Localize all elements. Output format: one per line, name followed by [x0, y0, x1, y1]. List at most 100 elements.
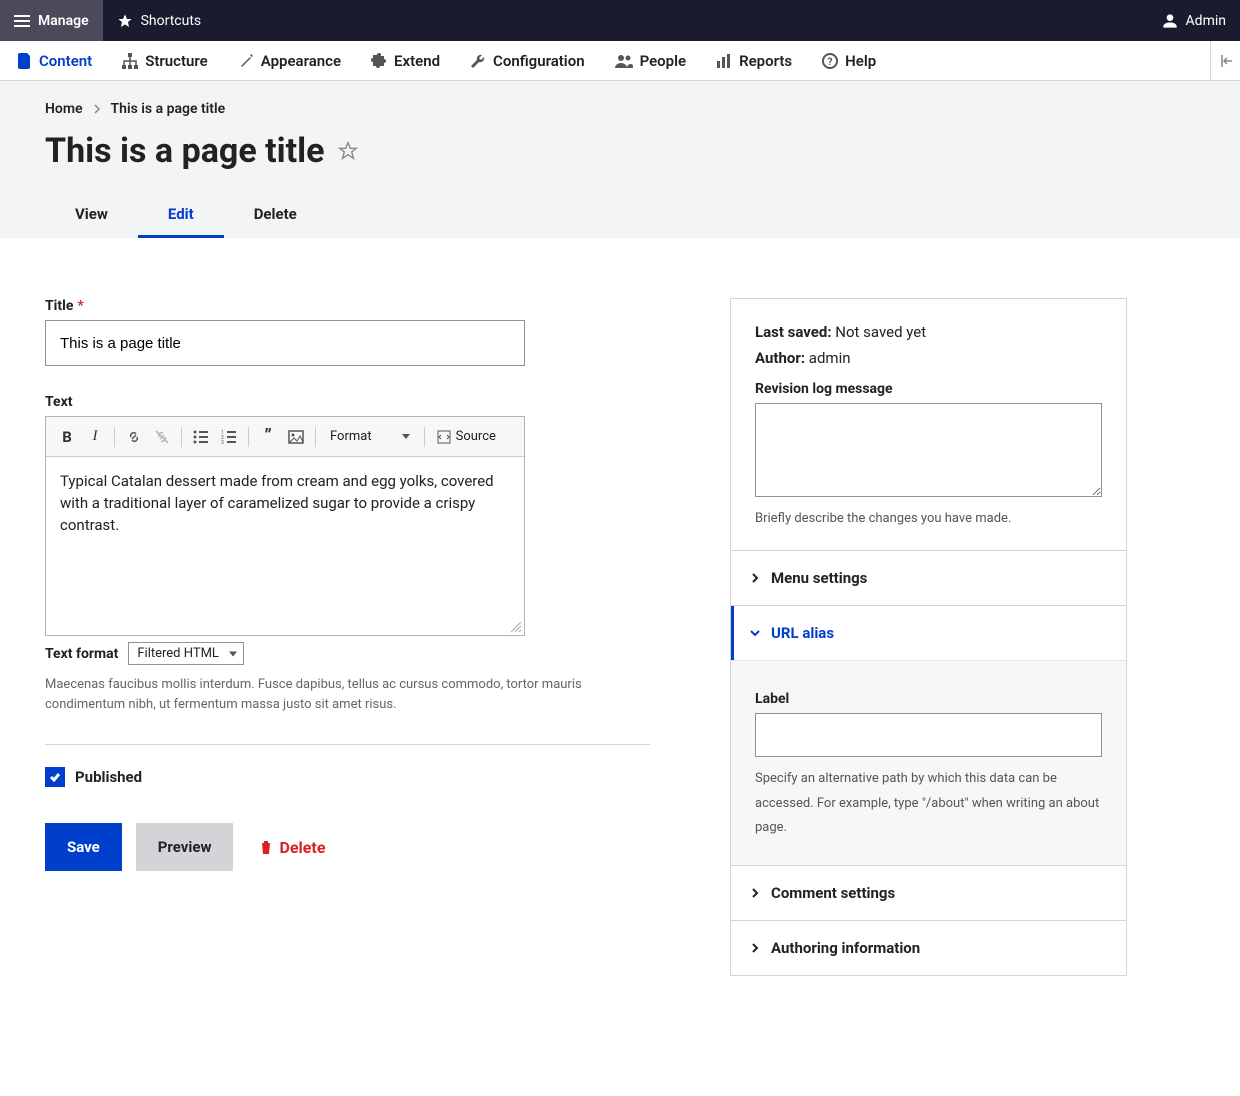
wand-icon: [238, 53, 254, 69]
text-label: Text: [45, 394, 72, 410]
breadcrumb: Home This is a page title: [45, 101, 1195, 117]
check-icon: [48, 770, 62, 784]
user-label: Admin: [1186, 13, 1226, 29]
puzzle-icon: [371, 53, 387, 69]
star-outline-icon: [337, 140, 359, 162]
text-format-label: Text format: [45, 646, 118, 662]
main-column: Title * Text B I 123 ”: [45, 298, 650, 871]
trash-icon: [259, 839, 273, 855]
nav-content[interactable]: Content: [18, 52, 92, 70]
text-format-select[interactable]: Filtered HTML: [128, 642, 244, 665]
published-checkbox[interactable]: [45, 767, 65, 787]
tab-edit[interactable]: Edit: [138, 193, 224, 238]
breadcrumb-current: This is a page title: [111, 101, 226, 117]
divider: [45, 744, 650, 745]
title-label: Title: [45, 298, 73, 314]
text-format-help: Maecenas faucibus mollis interdum. Fusce…: [45, 675, 650, 714]
nav-appearance[interactable]: Appearance: [238, 52, 341, 70]
accordion-url-alias: URL alias Label Specify an alternative p…: [731, 605, 1126, 865]
nav-help[interactable]: ? Help: [822, 52, 876, 70]
actions: Save Preview Delete: [45, 823, 650, 871]
nav-people[interactable]: People: [615, 52, 687, 70]
editor-body[interactable]: Typical Catalan dessert made from cream …: [46, 457, 524, 635]
blockquote-button[interactable]: ”: [255, 424, 281, 450]
star-icon: [117, 13, 133, 29]
collapse-toolbar-button[interactable]: [1210, 41, 1240, 80]
preview-button[interactable]: Preview: [136, 823, 234, 871]
favorite-toggle[interactable]: [337, 140, 359, 162]
italic-button[interactable]: I: [82, 424, 108, 450]
url-alias-help: Specify an alternative path by which thi…: [755, 767, 1102, 841]
body-field-wrapper: Text B I 123 ” Format: [45, 394, 650, 714]
published-label: Published: [75, 768, 142, 786]
hamburger-icon: [14, 13, 30, 29]
tab-delete[interactable]: Delete: [224, 193, 327, 238]
title-input[interactable]: [45, 320, 525, 366]
bars-icon: [716, 53, 732, 69]
chevron-right-icon: [749, 942, 761, 954]
user-menu[interactable]: Admin: [1148, 0, 1240, 41]
toolbar: Manage Shortcuts Admin: [0, 0, 1240, 41]
user-icon: [1162, 13, 1178, 29]
bulleted-list-button[interactable]: [188, 424, 214, 450]
chevron-down-icon: [749, 627, 761, 639]
nav-configuration[interactable]: Configuration: [470, 52, 585, 70]
required-marker: *: [77, 298, 83, 314]
wrench-icon: [470, 53, 486, 69]
revision-log-label: Revision log message: [755, 381, 1102, 397]
link-icon: [126, 429, 142, 445]
accordion-header-comment-settings[interactable]: Comment settings: [731, 866, 1126, 920]
rich-text-editor: B I 123 ” Format: [45, 416, 525, 636]
image-icon: [288, 429, 304, 445]
revision-log-textarea[interactable]: [755, 403, 1102, 497]
caret-down-icon: [402, 434, 410, 440]
manage-label: Manage: [38, 13, 89, 29]
link-button[interactable]: [121, 424, 147, 450]
image-button[interactable]: [283, 424, 309, 450]
header-region: Home This is a page title This is a page…: [0, 81, 1240, 238]
tab-view[interactable]: View: [45, 193, 138, 238]
accordion-menu-settings: Menu settings: [731, 550, 1126, 605]
delete-link[interactable]: Delete: [259, 838, 325, 857]
nav-reports[interactable]: Reports: [716, 52, 792, 70]
page-title: This is a page title: [45, 131, 325, 171]
accordion-body-url-alias: Label Specify an alternative path by whi…: [731, 660, 1126, 865]
list-ul-icon: [193, 429, 209, 445]
accordion-header-authoring-info[interactable]: Authoring information: [731, 921, 1126, 975]
last-saved-label: Last saved:: [755, 323, 832, 341]
hierarchy-icon: [122, 53, 138, 69]
primary-tabs: View Edit Delete: [45, 193, 1195, 238]
chevron-right-icon: [93, 104, 101, 114]
title-field-wrapper: Title *: [45, 298, 650, 366]
accordion-header-menu-settings[interactable]: Menu settings: [731, 551, 1126, 605]
unlink-button[interactable]: [149, 424, 175, 450]
format-dropdown[interactable]: Format: [322, 429, 418, 444]
source-button[interactable]: Source: [431, 429, 502, 444]
nav-extend[interactable]: Extend: [371, 52, 440, 70]
last-saved-value: Not saved yet: [835, 323, 926, 341]
shortcuts-label: Shortcuts: [141, 13, 202, 29]
url-alias-input[interactable]: [755, 713, 1102, 757]
revision-log-help: Briefly describe the changes you have ma…: [755, 511, 1102, 526]
shortcuts-link[interactable]: Shortcuts: [103, 0, 216, 41]
numbered-list-button[interactable]: 123: [216, 424, 242, 450]
people-icon: [615, 53, 633, 69]
help-icon: ?: [822, 53, 838, 69]
save-button[interactable]: Save: [45, 823, 122, 871]
nav-structure[interactable]: Structure: [122, 52, 208, 70]
breadcrumb-home[interactable]: Home: [45, 101, 83, 117]
unlink-icon: [154, 429, 170, 445]
manage-toggle[interactable]: Manage: [0, 0, 103, 41]
author-value: admin: [809, 349, 851, 367]
accordion-header-url-alias[interactable]: URL alias: [731, 606, 1126, 660]
bold-button[interactable]: B: [54, 424, 80, 450]
admin-menu: Content Structure Appearance Extend Conf…: [0, 41, 1240, 81]
resize-handle-icon[interactable]: [510, 621, 522, 633]
accordion-comment-settings: Comment settings: [731, 865, 1126, 920]
file-icon: [18, 53, 32, 69]
editor-toolbar: B I 123 ” Format: [46, 417, 524, 457]
source-icon: [437, 430, 451, 444]
chevron-right-icon: [749, 572, 761, 584]
svg-text:?: ?: [828, 57, 833, 68]
published-checkbox-row[interactable]: Published: [45, 767, 650, 787]
